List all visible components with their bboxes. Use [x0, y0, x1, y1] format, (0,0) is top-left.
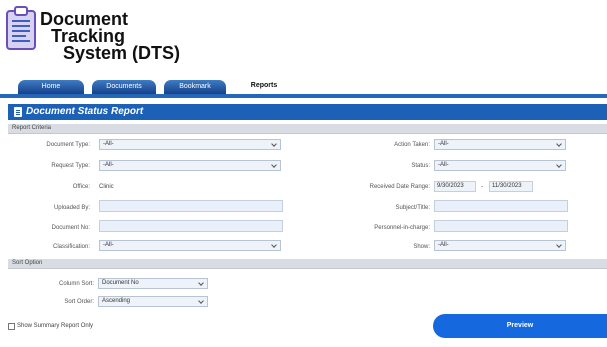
date-range-separator: -: [481, 184, 483, 190]
document-no-label: Document No:: [51, 225, 90, 231]
uploaded-by-input[interactable]: [99, 200, 283, 212]
document-type-value: -All-: [103, 141, 114, 147]
chevron-down-icon: [271, 141, 277, 147]
status-label: Status:: [411, 163, 430, 169]
chevron-down-icon: [198, 298, 204, 304]
classification-select[interactable]: -All-: [99, 240, 281, 251]
chevron-down-icon: [271, 162, 277, 168]
preview-button[interactable]: Preview: [433, 314, 607, 338]
action-taken-label: Action Taken:: [394, 142, 430, 148]
sort-order-select[interactable]: Ascending: [98, 296, 208, 307]
status-select[interactable]: -All-: [434, 160, 566, 171]
tab-home[interactable]: Home: [18, 80, 84, 94]
tab-documents[interactable]: Documents: [92, 80, 156, 94]
tab-reports[interactable]: Reports: [231, 79, 297, 94]
chevron-down-icon: [198, 280, 204, 286]
classification-label: Classification:: [52, 244, 90, 250]
document-icon: [14, 107, 22, 117]
office-label: Office:: [72, 184, 90, 190]
subject-title-label: Subject/Title:: [395, 205, 430, 211]
chevron-down-icon: [556, 141, 562, 147]
sort-option-label: Sort Option: [12, 260, 43, 266]
request-type-value: -All-: [103, 162, 114, 168]
tab-bookmark[interactable]: Bookmark: [164, 80, 226, 94]
chevron-down-icon: [556, 162, 562, 168]
report-criteria-header: Report Criteria: [8, 124, 607, 134]
sort-order-value: Ascending: [102, 298, 131, 304]
document-type-select[interactable]: -All-: [99, 139, 281, 150]
show-value: -All-: [438, 242, 449, 248]
chevron-down-icon: [556, 242, 562, 248]
report-criteria-label: Report Criteria: [12, 125, 52, 131]
document-no-input[interactable]: [99, 220, 283, 232]
show-select[interactable]: -All-: [434, 240, 566, 251]
request-type-select[interactable]: -All-: [99, 160, 281, 171]
office-value: Clinic: [99, 184, 114, 190]
column-sort-value: Document No: [102, 280, 139, 286]
app-header: Document Tracking System (DTS): [0, 0, 607, 76]
tab-bar-divider: [0, 94, 607, 98]
clipboard-document-icon: [6, 6, 36, 50]
document-type-label: Document Type:: [46, 142, 90, 148]
received-date-from-input[interactable]: 9/30/2023: [434, 181, 476, 192]
report-title-bar: Document Status Report: [8, 104, 607, 120]
sort-order-label: Sort Order:: [64, 299, 94, 305]
personnel-in-charge-label: Personnel-in-charge:: [374, 225, 430, 231]
status-value: -All-: [438, 162, 449, 168]
summary-report-label: Show Summary Report Only: [17, 323, 94, 329]
action-taken-select[interactable]: -All-: [434, 139, 566, 150]
report-title: Document Status Report: [26, 106, 144, 117]
sort-option-header: Sort Option: [8, 259, 607, 269]
received-date-to-input[interactable]: 11/30/2023: [489, 181, 533, 192]
personnel-in-charge-input[interactable]: [434, 220, 568, 232]
column-sort-label: Column Sort:: [58, 281, 94, 287]
subject-title-input[interactable]: [434, 200, 568, 212]
show-label: Show:: [413, 244, 430, 250]
action-taken-value: -All-: [438, 141, 449, 147]
summary-report-checkbox[interactable]: [8, 323, 15, 330]
classification-value: -All-: [103, 242, 114, 248]
column-sort-select[interactable]: Document No: [98, 278, 208, 289]
request-type-label: Request Type:: [51, 163, 90, 169]
chevron-down-icon: [271, 242, 277, 248]
app-title-line-3: System (DTS): [63, 43, 181, 63]
received-date-range-label: Received Date Range:: [369, 184, 430, 190]
uploaded-by-label: Uploaded By:: [53, 205, 90, 211]
